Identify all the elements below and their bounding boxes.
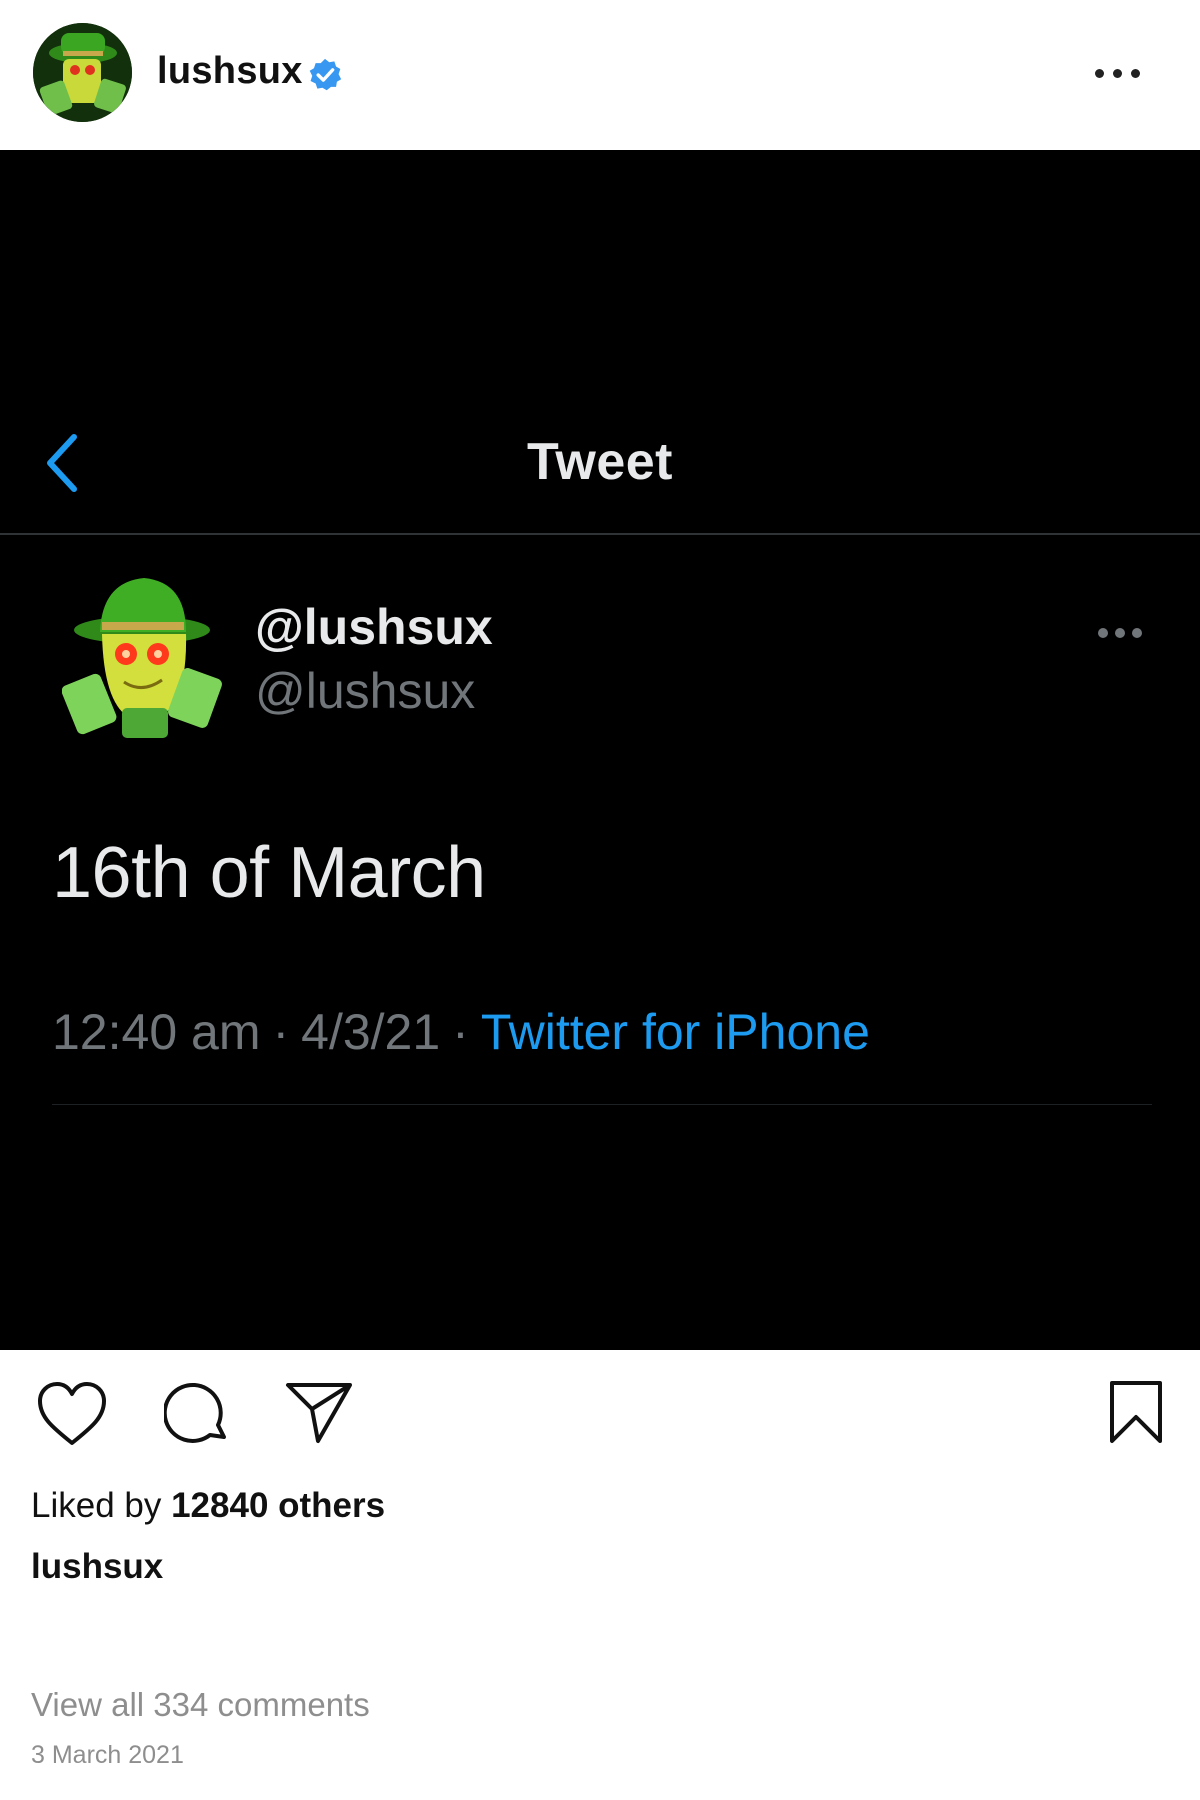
action-bar <box>0 1355 1200 1475</box>
post-date: 3 March 2021 <box>31 1741 184 1769</box>
more-options-icon[interactable] <box>1095 58 1155 88</box>
tweet-more-icon <box>1098 623 1148 643</box>
verified-badge-icon <box>309 58 342 91</box>
tweet-author-avatar <box>62 578 222 738</box>
profile-avatar[interactable] <box>33 23 132 122</box>
tweet-meta: 12:40 am · 4/3/21 · Twitter for iPhone <box>52 1003 870 1061</box>
divider <box>52 1104 1152 1105</box>
bookmark-icon[interactable] <box>1108 1379 1164 1445</box>
view-all-comments-link[interactable]: View all 334 comments <box>31 1686 370 1724</box>
likes-count[interactable]: 12840 others <box>171 1486 385 1525</box>
tweet-display-name: @lushsux <box>255 599 493 655</box>
heart-icon[interactable] <box>36 1381 108 1447</box>
tweet-date: 4/3/21 <box>301 1004 441 1060</box>
post-image-tweet-screenshot: Tweet @lushsux @lushsux 16th of March 12… <box>0 150 1200 1350</box>
likes-prefix: Liked by <box>31 1486 172 1525</box>
divider <box>0 533 1200 535</box>
caption-username[interactable]: lushsux <box>31 1547 163 1587</box>
tweet-text: 16th of March <box>52 833 486 913</box>
post-username[interactable]: lushsux <box>157 50 303 93</box>
tweet-handle: @lushsux <box>255 663 476 719</box>
comment-icon[interactable] <box>164 1379 230 1445</box>
tweet-nav-title: Tweet <box>526 433 673 491</box>
likes-summary[interactable]: Liked by 12840 others <box>31 1486 385 1526</box>
post-header: lushsux <box>0 0 1200 150</box>
tweet-time: 12:40 am <box>52 1004 261 1060</box>
share-icon[interactable] <box>284 1381 354 1445</box>
tweet-source-link: Twitter for iPhone <box>480 1004 870 1060</box>
separator: · <box>272 1004 290 1060</box>
separator: · <box>452 1004 469 1060</box>
instagram-post: lushsux Tweet @lushsux @lushsux 16th of … <box>0 0 1200 1800</box>
